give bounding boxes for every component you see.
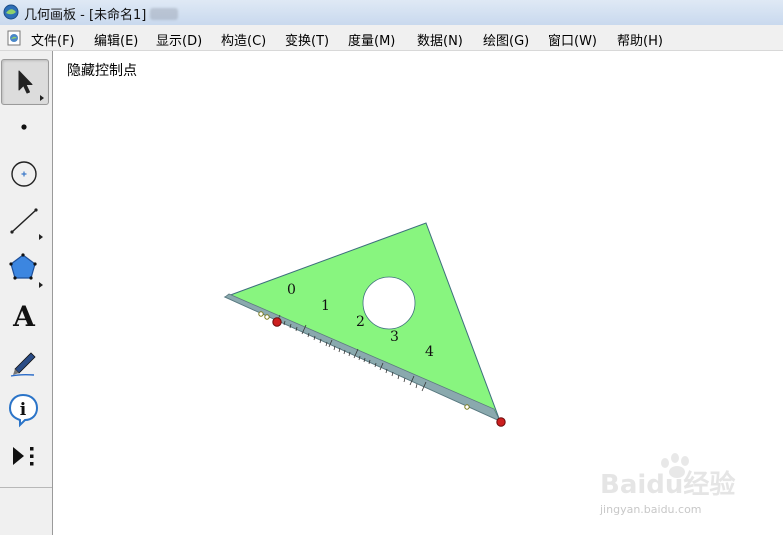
svg-text:Baidu经验: Baidu经验: [600, 469, 735, 500]
blurred-title-suffix: [150, 8, 179, 20]
arrow-icon: [18, 70, 44, 101]
svg-text:i: i: [20, 400, 27, 420]
window-title: 几何画板 - [未命名1]: [24, 4, 179, 23]
menu-help[interactable]: 帮助(H): [617, 30, 663, 49]
straightedge-tool[interactable]: [1, 199, 47, 243]
title-bar: 几何画板 - [未命名1]: [0, 0, 783, 26]
compass-circle-icon: [11, 161, 37, 187]
info-icon: i: [8, 393, 39, 428]
document-icon[interactable]: [6, 30, 22, 46]
svg-text:A: A: [12, 300, 36, 333]
information-tool[interactable]: i: [1, 387, 47, 431]
watermark-url: jingyan.baidu.com: [600, 503, 702, 516]
scale-label-1: 1: [321, 298, 330, 314]
menu-window[interactable]: 窗口(W): [548, 30, 597, 49]
scale-label-2: 2: [356, 314, 365, 330]
pen-icon: [10, 352, 36, 377]
hollow-point[interactable]: [264, 314, 270, 320]
menu-file[interactable]: 文件(F): [31, 30, 75, 49]
custom-tool[interactable]: [1, 435, 47, 479]
control-point[interactable]: [496, 417, 506, 427]
marker-tool[interactable]: [1, 341, 47, 385]
pentagon-icon: [9, 253, 43, 288]
menu-measure[interactable]: 度量(M): [348, 30, 395, 49]
menu-transform[interactable]: 变换(T): [285, 30, 329, 49]
play-custom-icon: [13, 447, 34, 466]
line-segment-icon: [10, 208, 43, 240]
scale-label-0: 0: [287, 282, 296, 298]
menu-data[interactable]: 数据(N): [417, 30, 463, 49]
text-tool[interactable]: A: [1, 294, 47, 338]
toolbox-divider: [0, 487, 52, 488]
point-tool[interactable]: [1, 107, 47, 151]
geometers-sketchpad-app-icon: [3, 4, 19, 20]
menu-graph[interactable]: 绘图(G): [483, 30, 529, 49]
scale-label-3: 3: [390, 329, 399, 345]
text-A-icon: A: [12, 300, 36, 333]
polygon-tool[interactable]: [1, 247, 47, 291]
hollow-point[interactable]: [258, 311, 264, 317]
control-point[interactable]: [272, 317, 282, 327]
scale-label-4: 4: [425, 344, 434, 360]
set-square-hole: [362, 276, 416, 330]
menu-edit[interactable]: 编辑(E): [94, 30, 138, 49]
menu-construct[interactable]: 构造(C): [221, 30, 266, 49]
menu-bar: 文件(F) 编辑(E) 显示(D) 构造(C) 变换(T) 度量(M) 数据(N…: [0, 25, 783, 51]
point-icon: [21, 124, 27, 130]
menu-display[interactable]: 显示(D): [156, 30, 202, 49]
compass-tool[interactable]: [1, 153, 47, 197]
arrow-select-tool[interactable]: [1, 59, 49, 105]
hollow-point[interactable]: [464, 404, 470, 410]
toolbox: A i: [0, 51, 53, 535]
